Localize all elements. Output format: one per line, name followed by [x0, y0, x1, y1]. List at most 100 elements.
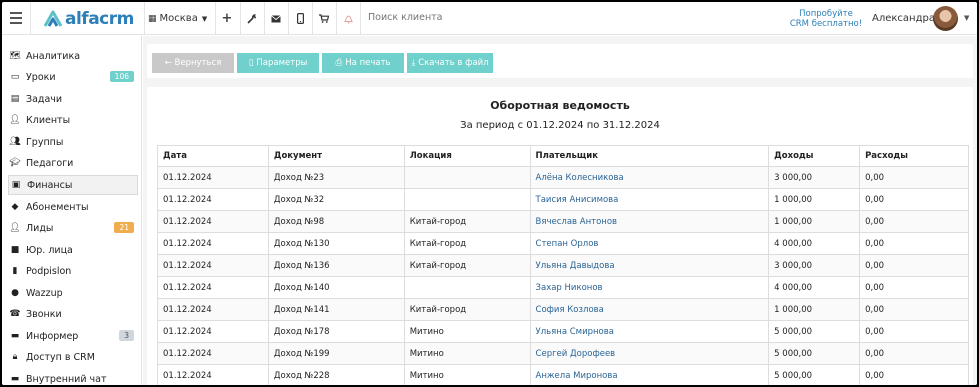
date-cell: 01.12.2024: [157, 166, 269, 189]
sidebar-item-clients[interactable]: 👤︎ Клиенты: [8, 110, 138, 130]
payer-cell: Таисия Анисимова: [529, 188, 770, 211]
download-label: Скачать в файл: [418, 58, 489, 68]
sidebar-item-tasks[interactable]: ▤ Задачи: [8, 89, 138, 109]
income-cell: 4 000,00: [768, 276, 861, 299]
tag-icon: ◆: [11, 202, 19, 212]
document-cell: Доход №130: [267, 232, 405, 255]
mobile-phone-icon[interactable]: [288, 2, 312, 35]
chat-icon: ▬: [10, 374, 20, 384]
date-cell: 01.12.2024: [157, 364, 269, 385]
sidebar-item-podpislon[interactable]: ▮ Podpislon: [8, 261, 138, 281]
search-input[interactable]: [368, 12, 548, 23]
income-cell: 3 000,00: [768, 254, 861, 277]
document-cell: Доход №178: [267, 320, 405, 343]
location-cell: Китай-город: [403, 232, 531, 255]
sidebar: 🗺︎ Аналитика ▭ Уроки 106 ▤ Задачи 👤︎ Кли…: [2, 36, 142, 385]
count-badge: 21: [114, 222, 134, 233]
payer-cell: Степан Орлов: [529, 232, 770, 255]
sidebar-item-analytics[interactable]: 🗺︎ Аналитика: [8, 46, 138, 66]
payer-link[interactable]: София Козлова: [536, 305, 604, 315]
table-row: 01.12.2024 Доход №199 Митино Сергей Дорофее…: [157, 342, 969, 365]
logo-text: alfacrm: [65, 9, 134, 29]
sidebar-item-crm-access[interactable]: 🔒︎ Доступ в CRM: [8, 347, 138, 367]
briefcase-icon: ■: [10, 245, 20, 255]
payer-link[interactable]: Алёна Колесникова: [536, 173, 624, 183]
parameters-label: Параметры: [256, 58, 308, 68]
main-content: ← Вернуться ▯ Параметры ⎙ На печать ⤓ Скача…: [143, 36, 977, 385]
city-label: Москва: [159, 13, 198, 24]
expense-cell: 0,00: [859, 342, 969, 365]
mail-icon[interactable]: [264, 2, 288, 35]
payer-link[interactable]: Вячеслав Антонов: [536, 217, 618, 227]
sidebar-item-label: Информер: [26, 330, 79, 342]
sidebar-item-label: Задачи: [26, 93, 63, 105]
document-cell: Доход №23: [267, 166, 405, 189]
location-cell: [403, 188, 531, 211]
free-trial-link[interactable]: Попробуйте CRM бесплатно!: [788, 9, 864, 29]
cart-icon[interactable]: [312, 2, 336, 35]
column-header-date: Дата: [157, 145, 269, 167]
sidebar-item-label: Финансы: [27, 179, 73, 191]
report-panel: Оборотная ведомость За период с 01.12.20…: [147, 87, 973, 385]
wrench-icon[interactable]: [240, 2, 264, 35]
print-button[interactable]: ⎙ На печать: [322, 53, 404, 73]
sidebar-item-label: Звонки: [26, 308, 62, 320]
sidebar-item-subscriptions[interactable]: ◆ Абонементы: [8, 197, 138, 217]
sidebar-item-groups[interactable]: 👥︎ Группы: [8, 132, 138, 152]
turnover-table: Дата Документ Локация Плательщик Доходы …: [157, 145, 969, 385]
payer-link[interactable]: Ульяна Давыдова: [536, 261, 615, 271]
sidebar-item-calls[interactable]: ☎︎ Звонки: [8, 304, 138, 324]
income-cell: 5 000,00: [768, 364, 861, 385]
income-cell: 1 000,00: [768, 210, 861, 233]
document-icon: ▯: [248, 58, 254, 68]
payer-link[interactable]: Степан Орлов: [536, 239, 599, 249]
sidebar-item-lessons[interactable]: ▭ Уроки 106: [8, 67, 138, 87]
add-user-icon: 👤︎: [9, 223, 21, 233]
payer-link[interactable]: Захар Никонов: [536, 283, 603, 293]
sidebar-item-label: Доступ в CRM: [26, 351, 95, 363]
download-button[interactable]: ⤓ Скачать в файл: [407, 53, 493, 73]
expense-cell: 0,00: [859, 254, 969, 277]
payer-link[interactable]: Анжела Миронова: [536, 371, 618, 381]
report-title: Оборотная ведомость: [490, 99, 630, 112]
user-name[interactable]: Александра: [872, 13, 935, 24]
chevron-down-icon: ▼: [201, 14, 208, 23]
city-select[interactable]: ▦ Москва ▼: [148, 2, 207, 35]
location-cell: Митино: [403, 320, 531, 343]
date-cell: 01.12.2024: [157, 276, 269, 299]
document-cell: Доход №141: [267, 298, 405, 321]
sidebar-item-informer[interactable]: ▬ Информер 3: [8, 326, 138, 346]
payer-cell: Захар Никонов: [529, 276, 770, 299]
logo[interactable]: alfacrm: [42, 9, 134, 29]
expense-cell: 0,00: [859, 364, 969, 385]
menu-icon[interactable]: [10, 12, 22, 24]
parameters-button[interactable]: ▯ Параметры: [237, 53, 319, 73]
sidebar-item-teachers[interactable]: 🎓︎ Педагоги: [8, 153, 138, 173]
tasks-icon: ▤: [10, 94, 20, 104]
sidebar-item-finance[interactable]: ▣ Финансы: [8, 175, 138, 195]
map-icon: 🗺︎: [9, 51, 21, 61]
back-button[interactable]: ← Вернуться: [152, 53, 234, 73]
add-icon[interactable]: +: [215, 2, 239, 35]
date-cell: 01.12.2024: [157, 232, 269, 255]
bell-icon[interactable]: [336, 2, 360, 35]
report-toolbar: ← Вернуться ▯ Параметры ⎙ На печать ⤓ Скача…: [147, 44, 973, 78]
sidebar-item-leads[interactable]: 👤︎ Лиды 21: [8, 218, 138, 238]
sidebar-item-label: Уроки: [26, 71, 56, 83]
sidebar-item-wazzup[interactable]: ● Wazzup: [8, 283, 138, 303]
sidebar-item-label: Педагоги: [26, 157, 74, 169]
payer-cell: Ульяна Давыдова: [529, 254, 770, 277]
date-cell: 01.12.2024: [157, 254, 269, 277]
chevron-down-icon[interactable]: ▼: [964, 14, 969, 22]
avatar[interactable]: [933, 6, 958, 31]
sidebar-item-legal-entities[interactable]: ■ Юр. лица: [8, 240, 138, 260]
payer-link[interactable]: Ульяна Смирнова: [536, 327, 614, 337]
table-row: 01.12.2024 Доход №228 Митино Анжела Миронов…: [157, 364, 969, 385]
promo-line-1: Попробуйте: [799, 9, 853, 19]
print-label: На печать: [345, 58, 391, 68]
payer-link[interactable]: Сергей Дорофеев: [536, 349, 616, 359]
column-header-location: Локация: [403, 145, 531, 167]
payer-link[interactable]: Таисия Анисимова: [536, 195, 619, 205]
sidebar-item-internal-chat[interactable]: ▬ Внутренний чат: [8, 369, 138, 385]
income-cell: 1 000,00: [768, 298, 861, 321]
